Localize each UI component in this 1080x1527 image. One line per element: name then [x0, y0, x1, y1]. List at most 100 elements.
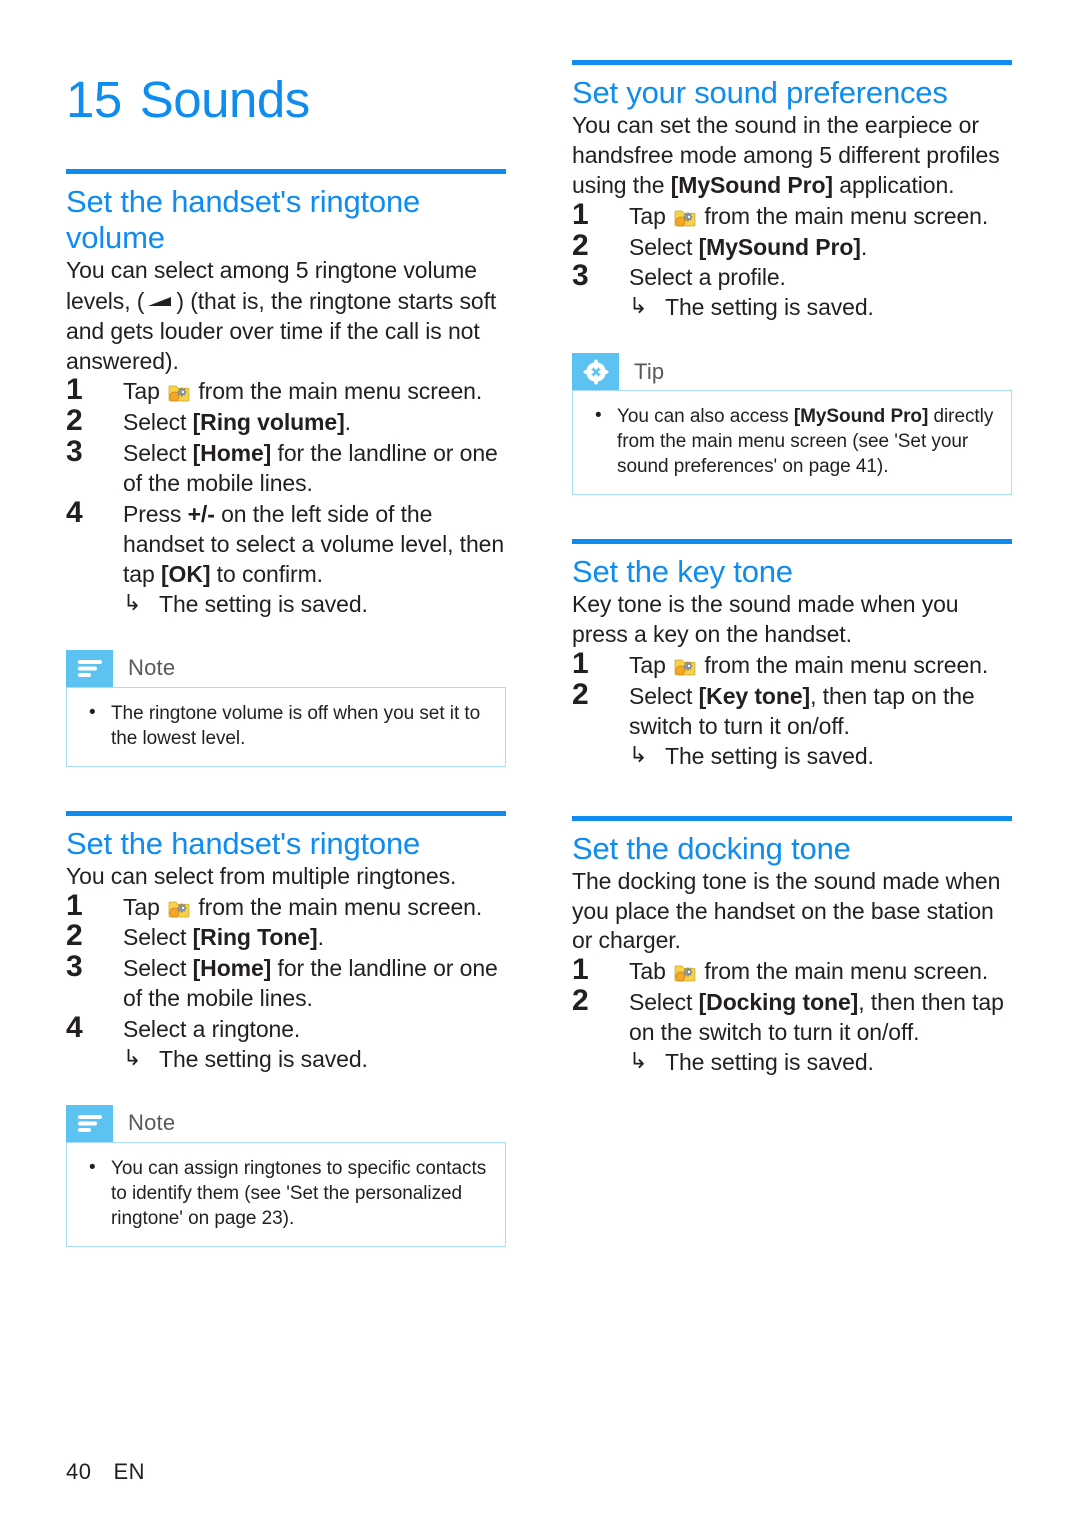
step-number: 4	[66, 1011, 83, 1045]
step-bold-term: [Home]	[192, 440, 272, 467]
tip-callout-sound-preferences: Tip You can also access [MySound Pro] di…	[572, 353, 1012, 496]
step-item: 1 Tap from the main menu screen.	[572, 647, 1014, 681]
step-number: 2	[572, 228, 589, 262]
chapter-number: 15	[66, 71, 122, 128]
step-item: 1 Tap from the main menu screen.	[66, 889, 508, 923]
step-text-after-icon: from the main menu screen.	[698, 958, 989, 985]
callout-label: Note	[128, 1110, 176, 1136]
callout-label: Note	[128, 655, 176, 681]
section-intro-docking-tone: The docking tone is the sound made when …	[572, 867, 1001, 954]
step-item: 2 Select [Ring volume].	[66, 404, 508, 438]
section-intro-ringtone-volume: You can select among 5 ringtone volume l…	[66, 256, 508, 377]
result-text: The setting is saved.	[665, 294, 874, 321]
step-item: 2 Select [MySound Pro].	[572, 229, 1014, 263]
step-item: 1 Tap from the main menu screen.	[66, 373, 508, 407]
step-number: 1	[66, 888, 83, 922]
step-number: 2	[572, 678, 589, 712]
step-text-after-icon: from the main menu screen.	[192, 893, 483, 920]
note-lines-icon	[66, 649, 113, 687]
step-item: 3 Select [Home] for the landline or one …	[66, 435, 508, 499]
step-result: ↳ The setting is saved.	[629, 293, 1014, 323]
step-item: 2 Select [Docking tone], then then tap o…	[572, 984, 1014, 1078]
callout-body: You can also access [MySound Pro] direct…	[572, 390, 1012, 496]
callout-bullet-list: You can also access [MySound Pro] direct…	[589, 403, 995, 479]
steps-sound-preferences: 1 Tap from the main menu screen. 2 Selec…	[572, 198, 1014, 324]
section-title-sound-preferences: Set your sound preferences	[572, 75, 948, 110]
step-item: 4 Select a ringtone. ↳ The setting is sav…	[66, 1011, 508, 1075]
step-text-before: Select a profile.	[629, 264, 786, 291]
section-rule	[572, 539, 1012, 545]
bullet-text-before: You can also access	[617, 406, 794, 428]
note-lines-icon	[66, 1104, 113, 1142]
callout-header: Tip	[572, 353, 1012, 391]
footer-language: EN	[113, 1459, 146, 1484]
step-text-after: .	[344, 409, 351, 436]
step-number: 1	[572, 197, 589, 231]
section-rule	[66, 810, 506, 816]
step-text-after-icon: from the main menu screen.	[192, 378, 483, 405]
result-text: The setting is saved.	[665, 742, 874, 769]
settings-gear-icon	[674, 208, 696, 228]
step-number: 2	[572, 984, 589, 1018]
step-item: 4 Press +/- on the left side of the hand…	[66, 496, 508, 620]
step-result: ↳ The setting is saved.	[629, 742, 1014, 772]
page-footer: 40 EN	[66, 1459, 145, 1485]
step-text-before: Select	[123, 955, 193, 982]
section-ringtone-volume: Set the handset's ringtone volume You ca…	[66, 169, 508, 767]
left-column: 15 Sounds Set the handset's ringtone volu…	[66, 60, 508, 1248]
step-number: 1	[66, 373, 83, 407]
step-bold-term: [Docking tone]	[698, 989, 859, 1016]
section-rule	[572, 815, 1012, 821]
step-bold-term: [MySound Pro]	[698, 233, 861, 260]
callout-bullet: The ringtone volume is off when you set …	[83, 700, 489, 751]
callout-body: The ringtone volume is off when you set …	[66, 686, 506, 767]
step-bold-term: [Ring volume]	[192, 409, 345, 436]
callout-header: Note	[66, 1104, 506, 1142]
result-arrow-icon: ↳	[629, 293, 648, 319]
section-handset-ringtone: Set the handset's ringtone You can selec…	[66, 810, 508, 1248]
callout-bullet: You can assign ringtones to specific con…	[83, 1155, 489, 1231]
section-docking-tone: Set the docking tone The docking tone is…	[572, 815, 1014, 1078]
step-text-after: .	[317, 924, 324, 951]
footer-page-number: 40	[66, 1459, 92, 1484]
step-item: 2 Select [Key tone], then tap on the swi…	[572, 678, 1014, 772]
step-number: 2	[66, 404, 83, 438]
intro-bold-term: [MySound Pro]	[670, 171, 833, 198]
step-number: 1	[572, 953, 589, 987]
settings-gear-icon	[168, 383, 190, 403]
section-intro-key-tone: Key tone is the sound made when you pres…	[572, 591, 959, 648]
steps-ringtone-volume: 1 Tap from the main menu screen. 2 Selec…	[66, 373, 508, 620]
step-result: ↳ The setting is saved.	[123, 1045, 508, 1075]
step-number: 3	[572, 259, 589, 293]
chapter-heading: 15 Sounds	[66, 60, 508, 125]
step-text-before: Select	[123, 440, 193, 467]
intro-text-after: application.	[833, 171, 955, 198]
step-bold-term-2: [OK]	[160, 560, 211, 587]
step-bold-term: [Key tone]	[698, 683, 811, 710]
callout-header: Note	[66, 649, 506, 687]
result-arrow-icon: ↳	[629, 1048, 648, 1074]
step-text-before-icon: Tap	[629, 652, 673, 679]
step-text-after-icon: from the main menu screen.	[698, 202, 989, 229]
step-text-before-icon: Tap	[123, 893, 167, 920]
step-number: 2	[66, 919, 83, 953]
section-title-docking-tone: Set the docking tone	[572, 830, 851, 866]
callout-label: Tip	[634, 358, 665, 384]
step-text-before: Select	[123, 924, 193, 951]
right-column: Set your sound preferences You can set t…	[572, 60, 1014, 1078]
step-text-before: Select	[629, 233, 699, 260]
result-arrow-icon: ↳	[123, 589, 142, 615]
step-bold-term: +/-	[187, 501, 215, 528]
step-bold-term: [Ring Tone]	[192, 924, 318, 951]
bullet-bold-term: [MySound Pro]	[793, 406, 929, 428]
steps-docking-tone: 1 Tab from the main menu screen. 2 Selec…	[572, 953, 1014, 1078]
steps-key-tone: 1 Tap from the main menu screen. 2 Selec…	[572, 647, 1014, 772]
steps-handset-ringtone: 1 Tap from the main menu screen. 2 Selec…	[66, 889, 508, 1075]
step-text-before: Select a ringtone.	[123, 1016, 301, 1043]
section-sound-preferences: Set your sound preferences You can set t…	[572, 60, 1014, 496]
step-text-before: Select	[123, 409, 193, 436]
note-callout-ringtone-volume: Note The ringtone volume is off when you…	[66, 649, 506, 767]
